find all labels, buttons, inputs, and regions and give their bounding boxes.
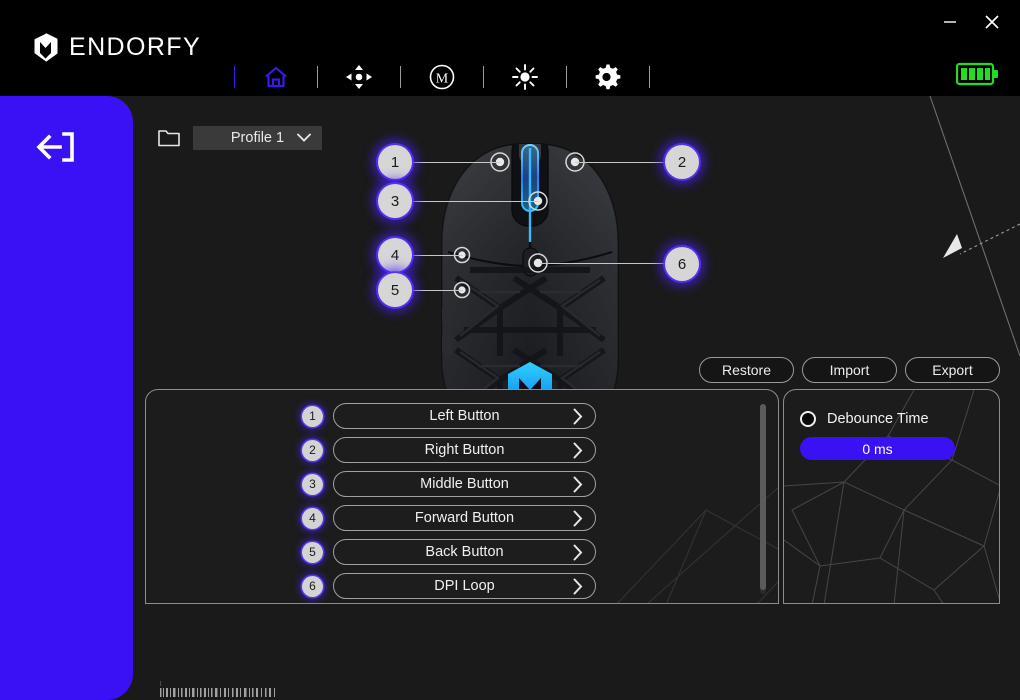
nav-dpi-icon[interactable] bbox=[339, 59, 379, 95]
profile-selector-row: Profile 1 bbox=[158, 126, 322, 150]
nav-divider bbox=[649, 66, 650, 88]
nav-divider bbox=[317, 66, 318, 88]
brand-title: ENDORFY bbox=[69, 35, 201, 60]
chevron-down-icon bbox=[297, 133, 311, 143]
leader-line bbox=[395, 201, 538, 202]
button-dpi-loop[interactable]: DPI Loop bbox=[333, 573, 596, 599]
debounce-label: Debounce Time bbox=[827, 411, 929, 427]
nav-divider bbox=[400, 66, 401, 88]
minimize-button[interactable] bbox=[932, 8, 968, 36]
button-number: 6 bbox=[302, 576, 323, 597]
button-row: 2 Right Button bbox=[146, 433, 779, 467]
title-bar: ENDORFY M bbox=[0, 0, 1020, 96]
button-assignment-panel: 1 Left Button 2 Right Button 3 Middle Bu… bbox=[145, 389, 779, 604]
window-controls bbox=[932, 8, 1010, 36]
button-number: 5 bbox=[302, 542, 323, 563]
button-row: 5 Back Button bbox=[146, 535, 779, 569]
battery-indicator-icon bbox=[956, 62, 1000, 86]
button-label: DPI Loop bbox=[434, 578, 494, 594]
nav-divider bbox=[483, 66, 484, 88]
button-number: 4 bbox=[302, 508, 323, 529]
button-label: Left Button bbox=[429, 408, 499, 424]
button-label: Forward Button bbox=[415, 510, 514, 526]
callout-label: 3 bbox=[391, 193, 399, 210]
profile-dropdown[interactable]: Profile 1 bbox=[193, 126, 322, 150]
chevron-right-icon bbox=[573, 442, 583, 459]
mouse-callout-1[interactable]: 1 bbox=[378, 145, 412, 179]
restore-button[interactable]: Restore bbox=[699, 357, 794, 383]
callout-label: 1 bbox=[391, 154, 399, 171]
button-list: 1 Left Button 2 Right Button 3 Middle Bu… bbox=[146, 390, 779, 603]
mouse-callout-6[interactable]: 6 bbox=[665, 247, 699, 281]
button-row: 1 Left Button bbox=[146, 399, 779, 433]
chevron-right-icon bbox=[573, 476, 583, 493]
callout-label: 5 bbox=[391, 282, 399, 299]
button-label: Back Button bbox=[425, 544, 503, 560]
debounce-header: Debounce Time bbox=[800, 411, 929, 427]
close-button[interactable] bbox=[974, 8, 1010, 36]
endorfy-logo-icon bbox=[33, 33, 58, 62]
button-label: Right Button bbox=[425, 442, 505, 458]
nav-divider bbox=[234, 66, 235, 88]
import-button[interactable]: Import bbox=[802, 357, 897, 383]
button-right-button[interactable]: Right Button bbox=[333, 437, 596, 463]
nav-settings-gear-icon[interactable] bbox=[588, 59, 628, 95]
sidebar-collapse-panel[interactable] bbox=[0, 96, 133, 700]
chevron-right-icon bbox=[573, 578, 583, 595]
button-left-button[interactable]: Left Button bbox=[333, 403, 596, 429]
nav-lighting-icon[interactable] bbox=[505, 59, 545, 95]
button-middle-button[interactable]: Middle Button bbox=[333, 471, 596, 497]
mouse-callout-5[interactable]: 5 bbox=[378, 273, 412, 307]
button-label: Middle Button bbox=[420, 476, 509, 492]
leader-line bbox=[540, 263, 680, 264]
folder-icon[interactable] bbox=[158, 129, 180, 147]
nav-bar: M bbox=[213, 58, 671, 96]
profile-selected-label: Profile 1 bbox=[231, 130, 284, 146]
button-list-scrollbar[interactable] bbox=[760, 404, 766, 594]
collapse-arrow-icon[interactable] bbox=[34, 128, 78, 166]
svg-text:M: M bbox=[436, 72, 449, 87]
button-row: 6 DPI Loop bbox=[146, 569, 779, 603]
mouse-callout-4[interactable]: 4 bbox=[378, 238, 412, 272]
chevron-right-icon bbox=[573, 544, 583, 561]
nav-divider bbox=[566, 66, 567, 88]
nav-macro-icon[interactable]: M bbox=[422, 59, 462, 95]
callout-label: 6 bbox=[678, 256, 686, 273]
button-row: 3 Middle Button bbox=[146, 467, 779, 501]
barcode-decoration bbox=[160, 688, 280, 697]
barcode-caption: | bbox=[160, 681, 162, 687]
button-number: 3 bbox=[302, 474, 323, 495]
callout-label: 4 bbox=[391, 247, 399, 264]
chevron-right-icon bbox=[573, 510, 583, 527]
button-forward-button[interactable]: Forward Button bbox=[333, 505, 596, 531]
button-back-button[interactable]: Back Button bbox=[333, 539, 596, 565]
debounce-panel: Debounce Time 0 ms bbox=[783, 389, 1000, 604]
export-button[interactable]: Export bbox=[905, 357, 1000, 383]
mouse-callout-3[interactable]: 3 bbox=[378, 184, 412, 218]
button-number: 1 bbox=[302, 406, 323, 427]
profile-actions: Restore Import Export bbox=[699, 357, 1000, 383]
button-row: 4 Forward Button bbox=[146, 501, 779, 535]
chevron-right-icon bbox=[573, 408, 583, 425]
debounce-toggle[interactable] bbox=[800, 411, 816, 427]
button-number: 2 bbox=[302, 440, 323, 461]
mouse-callout-2[interactable]: 2 bbox=[665, 145, 699, 179]
nav-home-icon[interactable] bbox=[256, 59, 296, 95]
scrollbar-thumb[interactable] bbox=[760, 404, 766, 590]
brand: ENDORFY bbox=[33, 33, 201, 62]
debounce-value[interactable]: 0 ms bbox=[800, 437, 955, 460]
callout-label: 2 bbox=[678, 154, 686, 171]
